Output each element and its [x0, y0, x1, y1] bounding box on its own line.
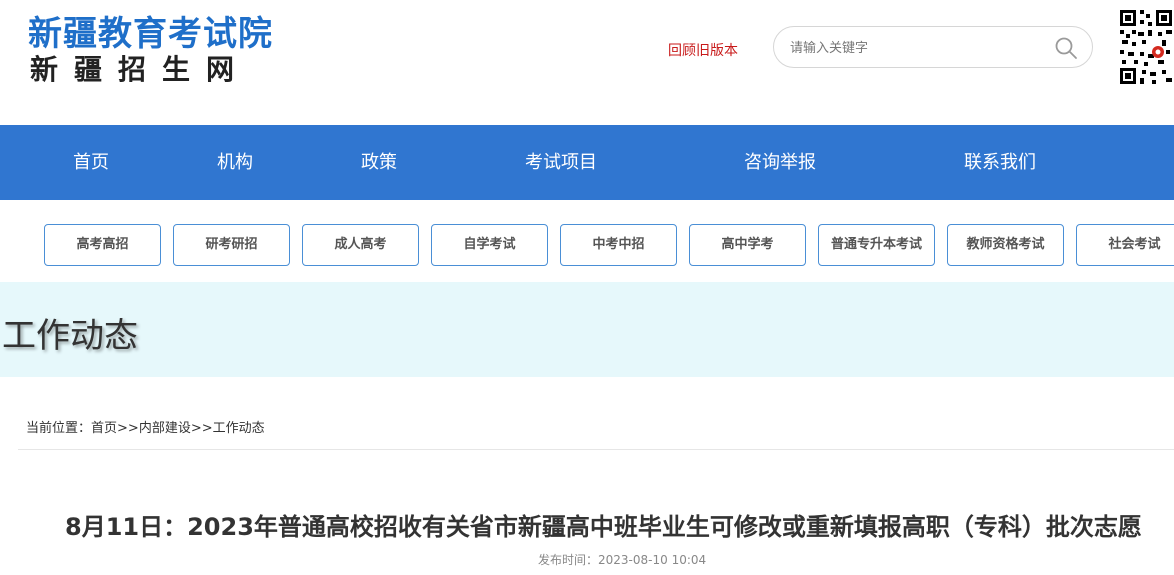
category-button-zhongkao[interactable]: 中考中招	[560, 224, 677, 266]
nav-item-policy[interactable]: 政策	[361, 125, 397, 200]
category-button-teacher-qualification[interactable]: 教师资格考试	[947, 224, 1064, 266]
article-title: 8月11日：2023年普通高校招收有关省市新疆高中班毕业生可修改或重新填报高职（…	[65, 513, 1142, 541]
page: 新疆教育考试院 新疆招生网 回顾旧版本 请输入关键字 首页 机构 政策 考试项目…	[0, 0, 1174, 575]
breadcrumb-prefix: 当前位置：	[26, 421, 92, 436]
divider	[18, 449, 1174, 450]
publish-time-label: 发布时间：	[538, 553, 599, 567]
site-logo-subtitle: 新疆招生网	[30, 53, 251, 86]
nav-item-contact-us[interactable]: 联系我们	[964, 125, 1036, 200]
breadcrumb-separator: >>	[190, 421, 213, 436]
nav-item-exam-projects[interactable]: 考试项目	[525, 125, 597, 200]
search-icon[interactable]	[1054, 36, 1078, 60]
qr-code-icon	[1118, 8, 1174, 86]
category-bar: 高考高招 研考研招 成人高考 自学考试 中考中招 高中学考 普通专升本考试 教师…	[0, 200, 1174, 282]
nav-item-consult-report[interactable]: 咨询举报	[744, 125, 816, 200]
category-button-high-school-test[interactable]: 高中学考	[689, 224, 806, 266]
section-title: 工作动态	[2, 316, 138, 356]
publish-time: 发布时间：2023-08-10 10:04	[538, 551, 706, 568]
breadcrumb: 当前位置：首页>>内部建设>>工作动态	[26, 417, 265, 436]
search-input[interactable]	[790, 37, 1040, 59]
old-version-link[interactable]: 回顾旧版本	[668, 40, 738, 60]
breadcrumb-home[interactable]: 首页	[91, 421, 117, 436]
breadcrumb-separator: >>	[117, 421, 139, 436]
main-nav: 首页 机构 政策 考试项目 咨询举报 联系我们	[0, 125, 1174, 200]
category-button-self-study[interactable]: 自学考试	[431, 224, 548, 266]
section-banner: 工作动态	[0, 282, 1174, 377]
category-button-gaokao[interactable]: 高考高招	[44, 224, 161, 266]
category-button-postgraduate[interactable]: 研考研招	[173, 224, 290, 266]
category-button-social-exam[interactable]: 社会考试	[1076, 224, 1174, 266]
site-header: 新疆教育考试院 新疆招生网 回顾旧版本	[0, 0, 1174, 125]
nav-item-home[interactable]: 首页	[73, 125, 109, 200]
search-box	[773, 26, 1093, 68]
publish-time-value: 2023-08-10 10:04	[598, 553, 707, 567]
breadcrumb-internal-construction[interactable]: 内部建设	[139, 421, 191, 436]
category-button-upgrade-exam[interactable]: 普通专升本考试	[818, 224, 935, 266]
category-button-adult-exam[interactable]: 成人高考	[302, 224, 419, 266]
breadcrumb-work-news[interactable]: 工作动态	[213, 421, 265, 436]
nav-item-organization[interactable]: 机构	[217, 125, 253, 200]
